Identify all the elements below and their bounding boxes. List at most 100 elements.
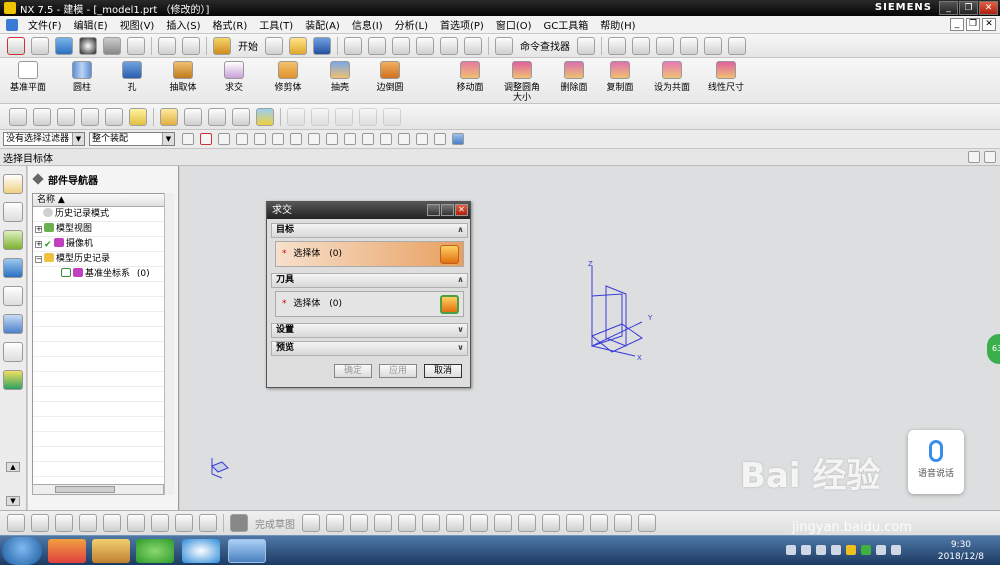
cut-icon[interactable] <box>344 36 362 55</box>
shading-icon[interactable] <box>79 36 97 55</box>
curve-icon[interactable] <box>9 107 27 126</box>
target-section-header[interactable]: 目标 ∧ <box>271 223 468 238</box>
history-icon[interactable] <box>3 314 23 334</box>
selection-icon[interactable] <box>7 36 25 55</box>
voice-input-widget[interactable]: 语音说话 <box>908 430 964 494</box>
command-finder-button[interactable]: 命令查找器 <box>520 38 570 53</box>
pin-icon[interactable] <box>32 173 44 185</box>
rectangle-select-icon[interactable] <box>290 133 302 145</box>
quick-extend-icon[interactable] <box>566 514 584 532</box>
undo-icon[interactable] <box>440 36 458 55</box>
settings-section-header[interactable]: 设置 ∨ <box>271 323 468 338</box>
reuse-library-icon[interactable] <box>3 258 23 278</box>
column-header-name[interactable]: 名称 ▲ <box>33 194 173 207</box>
linear-dimension-tool[interactable]: 线性尺寸 <box>698 61 754 93</box>
mirror-icon[interactable] <box>79 514 97 532</box>
menu-gc-toolbox[interactable]: GC工具箱 <box>538 17 595 32</box>
target-select-body[interactable]: * 选择体 (0) <box>275 241 464 267</box>
delete-icon[interactable] <box>416 36 434 55</box>
tree-row[interactable]: 基准坐标系 (0) <box>33 267 173 282</box>
shield-icon[interactable] <box>846 545 856 555</box>
apply-button[interactable]: 应用 <box>379 364 417 378</box>
fillet-icon[interactable] <box>398 514 416 532</box>
green-bubble[interactable]: 63 <box>987 334 1000 364</box>
tool-section-header[interactable]: 刀具 ∧ <box>271 273 468 288</box>
sketch-icon[interactable] <box>199 514 217 532</box>
snap-face-icon[interactable] <box>434 133 446 145</box>
replace-icon[interactable] <box>175 514 193 532</box>
orient-view-icon[interactable] <box>31 36 49 55</box>
wifi-icon[interactable] <box>816 545 826 555</box>
type-filter-select[interactable]: 没有选择过滤器 ▼ <box>3 132 85 146</box>
make-corner-icon[interactable] <box>590 514 608 532</box>
part-navigator-icon[interactable] <box>3 230 23 250</box>
constraint-icon[interactable] <box>614 514 632 532</box>
array-icon[interactable] <box>127 514 145 532</box>
offset-icon[interactable] <box>518 514 536 532</box>
wireframe-icon[interactable] <box>103 36 121 55</box>
copy-face-tool[interactable]: 复制面 <box>592 61 648 93</box>
tree-row[interactable]: + ✔ 摄像机 <box>33 237 173 252</box>
menu-preferences[interactable]: 首选项(P) <box>434 17 490 32</box>
quick-trim-icon[interactable] <box>542 514 560 532</box>
snap-cube-icon[interactable] <box>452 133 464 145</box>
app-360-icon[interactable] <box>48 539 86 563</box>
hole-tool[interactable]: 孔 <box>104 61 160 93</box>
new-file-icon[interactable] <box>265 36 283 55</box>
extract-body-tool[interactable]: 抽取体 <box>155 61 211 93</box>
sogou-icon[interactable] <box>182 539 220 563</box>
horizontal-scrollbar[interactable] <box>32 484 164 495</box>
microphone-icon[interactable] <box>801 545 811 555</box>
background-icon[interactable] <box>127 36 145 55</box>
browser-icon[interactable] <box>136 539 174 563</box>
animation-icon[interactable] <box>680 36 698 55</box>
menu-info[interactable]: 信息(I) <box>346 17 389 32</box>
dialog-title-bar[interactable]: 求交 ✕ <box>267 202 470 219</box>
drafting-icon[interactable] <box>728 36 746 55</box>
section-curve-icon[interactable] <box>129 107 147 126</box>
security-icon[interactable] <box>861 545 871 555</box>
app-menu-icon[interactable] <box>6 18 18 31</box>
resize-blend-tool[interactable]: 调整圆角大小 <box>494 61 550 103</box>
studio-spline-icon[interactable] <box>470 514 488 532</box>
snap-center-icon[interactable] <box>308 133 320 145</box>
spline-icon[interactable] <box>33 107 51 126</box>
finish-sketch-button[interactable]: 完成草图 <box>255 516 295 531</box>
snap-arc-center-icon[interactable] <box>380 133 392 145</box>
snap-control-icon[interactable] <box>254 133 266 145</box>
move-object-icon[interactable] <box>182 36 200 55</box>
project-curve-icon[interactable] <box>105 107 123 126</box>
scope-filter-select[interactable]: 整个装配 ▼ <box>89 132 175 146</box>
web-browser-icon[interactable] <box>3 286 23 306</box>
pattern-icon[interactable] <box>103 514 121 532</box>
wave-link-icon[interactable] <box>151 514 169 532</box>
cancel-button[interactable]: 取消 <box>424 364 462 378</box>
expand-icon[interactable]: + <box>35 241 42 248</box>
assembly-icon[interactable] <box>608 36 626 55</box>
menu-assembly[interactable]: 装配(A) <box>299 17 346 32</box>
snap-circle-icon[interactable] <box>398 133 410 145</box>
rail-scroll-up-button[interactable]: ▲ <box>6 462 20 472</box>
copy-icon[interactable] <box>368 36 386 55</box>
snap-tangent-icon[interactable] <box>362 133 374 145</box>
select-body-icon[interactable] <box>200 133 212 145</box>
move-face-tool[interactable]: 移动面 <box>442 61 498 93</box>
chamfer-icon[interactable] <box>422 514 440 532</box>
collapse-icon[interactable]: − <box>35 256 42 263</box>
move-component-icon[interactable] <box>55 514 73 532</box>
close-cue-icon[interactable] <box>984 151 996 163</box>
ime-icon[interactable] <box>876 545 886 555</box>
paint-icon[interactable] <box>92 539 130 563</box>
assembly-constraint-icon[interactable] <box>31 514 49 532</box>
nx-taskbar-icon[interactable] <box>228 539 266 563</box>
ruler-icon[interactable] <box>704 36 722 55</box>
snap-endpoint-icon[interactable] <box>218 133 230 145</box>
expand-icon[interactable]: + <box>35 226 42 233</box>
analysis-icon[interactable] <box>632 36 650 55</box>
doc-restore-button[interactable]: ❐ <box>966 18 980 31</box>
menu-edit[interactable]: 编辑(E) <box>68 17 114 32</box>
dimension-icon[interactable] <box>638 514 656 532</box>
profile-icon[interactable] <box>302 514 320 532</box>
start-icon[interactable] <box>213 36 231 55</box>
select-body-cube-icon[interactable] <box>440 295 459 314</box>
